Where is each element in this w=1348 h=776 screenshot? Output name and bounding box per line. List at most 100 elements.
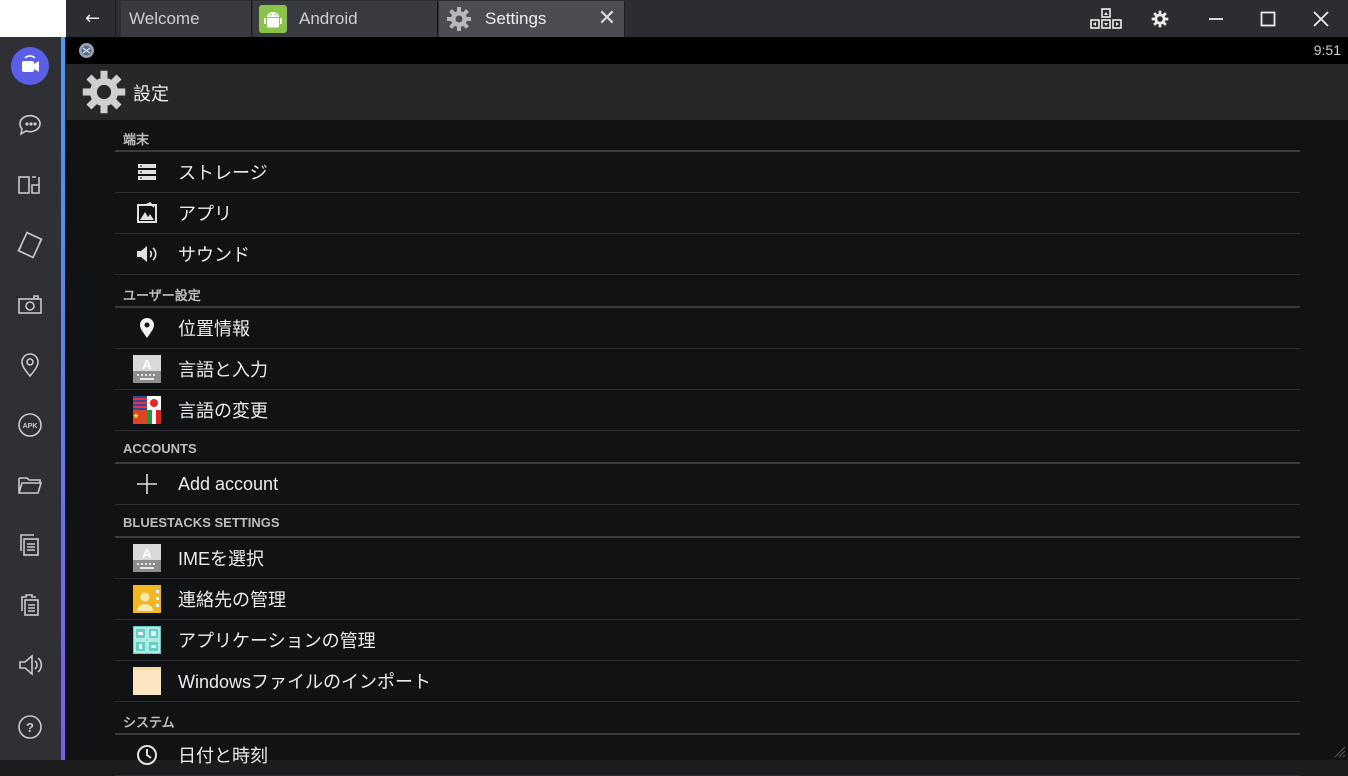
minimize-button[interactable] bbox=[1191, 0, 1241, 37]
camera-button[interactable] bbox=[10, 285, 50, 325]
tab-label: Android bbox=[299, 9, 358, 28]
settings-app-icon[interactable] bbox=[81, 69, 127, 115]
rotate-button[interactable] bbox=[10, 225, 50, 265]
flags-icon bbox=[132, 395, 162, 425]
minimize-icon bbox=[1209, 17, 1223, 20]
tab-android[interactable]: Android bbox=[253, 1, 438, 37]
plus-icon bbox=[132, 469, 162, 499]
settings-item-label: アプリケーションの管理 bbox=[178, 631, 376, 651]
settings-item-select-ime[interactable]: A IMEを選択 bbox=[115, 538, 1300, 579]
app-logo-area bbox=[0, 0, 66, 37]
settings-item-label: アプリ bbox=[178, 204, 232, 224]
settings-item-date-time[interactable]: 日付と時刻 bbox=[115, 735, 1300, 776]
settings-item-app-manager[interactable]: アプリケーションの管理 bbox=[115, 620, 1300, 661]
help-icon: ? bbox=[18, 715, 42, 739]
paste-icon bbox=[21, 594, 39, 616]
settings-item-label: サウンド bbox=[178, 245, 250, 265]
folder-button[interactable] bbox=[10, 465, 50, 505]
back-arrow-icon: ← bbox=[84, 8, 101, 29]
settings-item-apps[interactable]: アプリ bbox=[115, 193, 1300, 234]
multi-instance-button[interactable] bbox=[10, 165, 50, 205]
status-time: 9:51 bbox=[1313, 42, 1341, 58]
chat-button[interactable] bbox=[10, 105, 50, 145]
settings-item-label: 言語と入力 bbox=[178, 360, 268, 380]
settings-item-label: IMEを選択 bbox=[178, 549, 265, 569]
volume-icon bbox=[19, 654, 43, 676]
settings-item-import-windows-files[interactable]: Windowsファイルのインポート bbox=[115, 661, 1300, 702]
settings-item-contacts[interactable]: 連絡先の管理 bbox=[115, 579, 1300, 620]
section-header-accounts: ACCOUNTS bbox=[115, 432, 1300, 464]
tab-welcome[interactable]: Welcome bbox=[121, 1, 252, 37]
status-bar: 9:51 bbox=[66, 37, 1348, 64]
camera-icon bbox=[18, 295, 42, 314]
keyboard-icon: A bbox=[132, 354, 162, 384]
location-button[interactable] bbox=[10, 345, 50, 385]
settings-item-storage[interactable]: ストレージ bbox=[115, 152, 1300, 193]
close-tab-icon[interactable]: ✕ bbox=[596, 7, 618, 29]
section-header-user: ユーザー設定 bbox=[115, 276, 1300, 308]
maximize-button[interactable] bbox=[1243, 0, 1293, 37]
section-header-bluestacks: BLUESTACKS SETTINGS bbox=[115, 506, 1300, 538]
settings-button[interactable] bbox=[1135, 0, 1185, 37]
keymap-button[interactable] bbox=[1081, 0, 1131, 37]
apps-icon bbox=[132, 198, 162, 228]
tab-label: Settings bbox=[485, 9, 547, 28]
location-icon bbox=[21, 353, 39, 378]
maximize-icon bbox=[1260, 11, 1276, 26]
sidebar: APK ? bbox=[0, 37, 61, 760]
settings-item-label: Add account bbox=[178, 473, 279, 494]
clock-icon bbox=[132, 740, 162, 770]
settings-item-language-input[interactable]: A 言語と入力 bbox=[115, 349, 1300, 390]
volume-button[interactable] bbox=[10, 645, 50, 685]
storage-icon bbox=[132, 157, 162, 187]
tab-settings[interactable]: Settings ✕ bbox=[439, 1, 625, 37]
location-pin-icon bbox=[132, 313, 162, 343]
gear-icon bbox=[1151, 10, 1169, 27]
keyboard-icon: A bbox=[132, 543, 162, 573]
back-button[interactable]: ← bbox=[70, 0, 116, 37]
apk-label: APK bbox=[23, 423, 38, 430]
settings-item-label: Windowsファイルのインポート bbox=[178, 672, 432, 692]
tab-label: Welcome bbox=[129, 9, 200, 28]
settings-item-label: 日付と時刻 bbox=[178, 746, 268, 766]
android-icon bbox=[259, 5, 287, 33]
settings-item-label: ストレージ bbox=[178, 163, 268, 183]
page-title: 設定 bbox=[133, 84, 169, 105]
close-button[interactable] bbox=[1296, 0, 1346, 37]
video-call-button[interactable] bbox=[10, 46, 50, 86]
settings-item-location[interactable]: 位置情報 bbox=[115, 308, 1300, 349]
apk-icon: APK bbox=[18, 413, 42, 437]
settings-list: 端末 ストレージ アプリ サウンド ユーザー設定 位置情報 A 言語と入力 言語… bbox=[66, 120, 1348, 776]
help-label: ? bbox=[26, 720, 34, 735]
android-screen: 9:51 設定 端末 ストレージ アプリ サウンド ユーザー設定 位置情報 A … bbox=[66, 37, 1348, 776]
contacts-icon bbox=[132, 584, 162, 614]
sidebar-accent-bar bbox=[61, 37, 65, 760]
settings-item-label: 位置情報 bbox=[178, 319, 250, 339]
section-header-device: 端末 bbox=[115, 120, 1300, 152]
section-header-system: システム bbox=[115, 703, 1300, 735]
keymap-icon bbox=[1090, 7, 1122, 29]
app-manager-icon bbox=[132, 625, 162, 655]
close-icon bbox=[1313, 10, 1329, 27]
bluestacks-status-icon bbox=[79, 43, 94, 58]
apk-button[interactable]: APK bbox=[10, 405, 50, 445]
multi-instance-icon bbox=[18, 176, 40, 194]
chat-icon bbox=[19, 114, 41, 136]
resize-grip-icon[interactable] bbox=[1332, 744, 1346, 758]
copy-icon bbox=[20, 534, 39, 556]
settings-item-sound[interactable]: サウンド bbox=[115, 234, 1300, 275]
settings-item-change-language[interactable]: 言語の変更 bbox=[115, 390, 1300, 431]
svg-text:A: A bbox=[142, 546, 152, 561]
svg-text:A: A bbox=[142, 357, 152, 372]
help-button[interactable]: ? bbox=[10, 707, 50, 747]
settings-item-label: 言語の変更 bbox=[178, 401, 268, 421]
settings-item-label: 連絡先の管理 bbox=[178, 590, 286, 610]
paste-button[interactable] bbox=[10, 585, 50, 625]
video-call-icon bbox=[11, 47, 49, 85]
folder-icon bbox=[18, 477, 43, 494]
rotate-icon bbox=[17, 231, 43, 259]
title-bar: ← Welcome Android Settings ✕ bbox=[0, 0, 1348, 37]
gear-icon bbox=[445, 5, 473, 33]
settings-item-add-account[interactable]: Add account bbox=[115, 464, 1300, 505]
copy-button[interactable] bbox=[10, 525, 50, 565]
